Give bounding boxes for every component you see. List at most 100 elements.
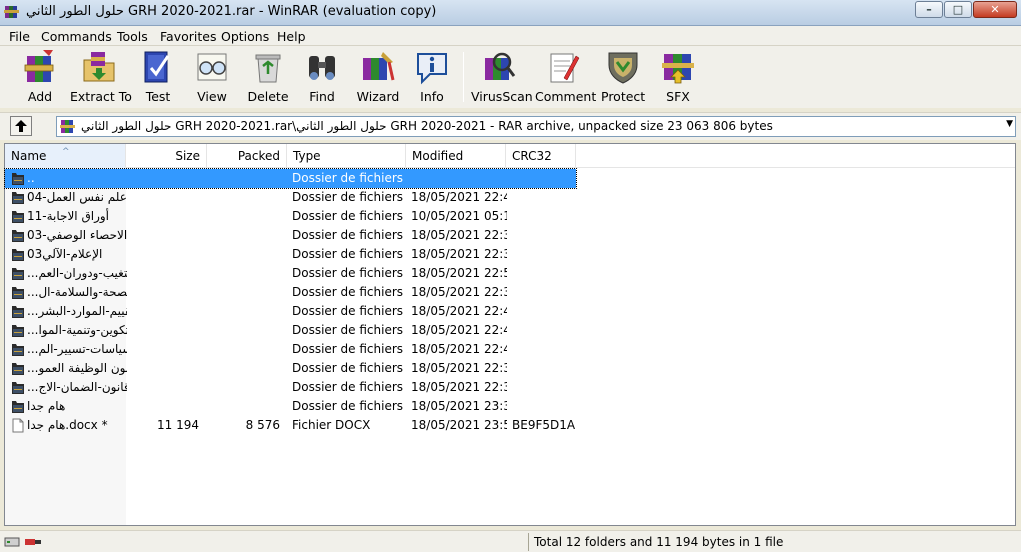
encryption-key-icon xyxy=(25,539,41,545)
cell-type: Dossier de fichiers xyxy=(292,361,404,375)
virusscan-button-label: VirusScan xyxy=(471,89,533,104)
menu-bar: File Commands Tools Favorites Options He… xyxy=(0,26,1021,46)
column-header-name[interactable]: Name ^ xyxy=(5,144,126,168)
table-row[interactable]: أوراق الاجابة-11 Dossier de fichiers 10/05… xyxy=(5,207,576,226)
archive-path-field[interactable]: حلول الطور الثاني GRH 2020-2021.rar\حلول… xyxy=(56,116,1016,137)
menu-options[interactable]: Options xyxy=(221,29,269,44)
column-header-modified[interactable]: Modified xyxy=(406,144,506,168)
cell-modified: 18/05/2021 22:35 xyxy=(411,361,507,375)
info-button[interactable]: Info xyxy=(410,48,454,106)
sort-ascending-icon: ^ xyxy=(62,147,70,157)
add-button-label: Add xyxy=(27,89,53,104)
sfx-icon xyxy=(662,54,694,84)
cell-name: ...تقييم-الموارد-البشر xyxy=(27,304,127,318)
archive-path-text: حلول الطور الثاني GRH 2020-2021.rar\حلول… xyxy=(81,119,773,133)
folder-icon xyxy=(12,268,24,280)
cell-crc: BE9F5D1A xyxy=(512,418,576,432)
view-button-label: View xyxy=(197,89,227,104)
cell-name: أوراق الاجابة-11 xyxy=(27,209,110,223)
table-row[interactable]: الاحصاء الوصفي-03 Dossier de fichiers 18/0… xyxy=(5,226,576,245)
minimize-icon: – xyxy=(926,3,932,16)
menu-favorites[interactable]: Favorites xyxy=(160,29,216,44)
wizard-button[interactable]: Wizard xyxy=(356,48,400,106)
menu-file[interactable]: File xyxy=(9,29,30,44)
column-header-type[interactable]: Type xyxy=(287,144,406,168)
folder-icon xyxy=(12,230,24,242)
virusscan-button[interactable]: VirusScan xyxy=(471,48,533,106)
test-check-icon xyxy=(144,51,170,83)
up-arrow-icon xyxy=(15,120,27,132)
menu-tools[interactable]: Tools xyxy=(117,29,148,44)
test-button-label: Test xyxy=(145,89,171,104)
table-row[interactable]: ...تكوين-وتنمية-الموا Dossier de fichiers… xyxy=(5,321,576,340)
cell-name: علم نفس العمل-04 xyxy=(27,190,127,204)
comment-button-label: Comment xyxy=(535,89,597,104)
extract-folder-icon xyxy=(83,52,115,82)
cell-modified: 18/05/2021 22:39 xyxy=(411,247,507,261)
folder-icon xyxy=(12,192,24,204)
table-row[interactable]: علم نفس العمل-04 Dossier de fichiers 18/05… xyxy=(5,188,576,207)
folder-icon xyxy=(12,287,24,299)
view-glasses-icon xyxy=(197,53,227,81)
cell-type: Fichier DOCX xyxy=(292,418,371,432)
delete-button-label: Delete xyxy=(247,89,289,104)
cell-modified: 18/05/2021 22:41 xyxy=(411,323,507,337)
cell-type: Dossier de fichiers xyxy=(292,190,404,204)
cell-name: هام جدا xyxy=(27,399,66,413)
add-books-icon xyxy=(24,50,54,82)
cell-type: Dossier de fichiers xyxy=(292,342,404,356)
cell-modified: 18/05/2021 23:33 xyxy=(411,399,507,413)
close-button[interactable]: ✕ xyxy=(973,1,1017,18)
status-bar: Total 12 folders and 11 194 bytes in 1 f… xyxy=(0,530,1021,552)
table-row[interactable]: ...قانون الوظيفة العمو Dossier de fichier… xyxy=(5,359,576,378)
chevron-down-icon[interactable]: ▼ xyxy=(1006,119,1013,129)
up-folder-icon xyxy=(12,173,24,185)
protect-button[interactable]: Protect xyxy=(601,48,645,106)
find-button[interactable]: Find xyxy=(300,48,344,106)
view-button[interactable]: View xyxy=(190,48,234,106)
cell-type: Dossier de fichiers xyxy=(292,247,404,261)
table-row[interactable]: هام جدا Dossier de fichiers 18/05/2021 23:… xyxy=(5,397,576,416)
add-button[interactable]: Add xyxy=(12,48,68,106)
cell-name: الاحصاء الوصفي-03 xyxy=(27,228,127,242)
drive-icon xyxy=(4,537,20,547)
table-row[interactable]: ...سياسات-تسيير-الم Dossier de fichiers 18… xyxy=(5,340,576,359)
table-row[interactable]: ...الصحة-والسلامة-ال Dossier de fichiers 1… xyxy=(5,283,576,302)
delete-button[interactable]: Delete xyxy=(246,48,290,106)
minimize-button[interactable]: – xyxy=(915,1,943,18)
table-row[interactable]: ...قانون-الضمان-الاج Dossier de fichiers 1… xyxy=(5,378,576,397)
parent-folder-row[interactable]: .. Dossier de fichiers xyxy=(4,168,577,189)
table-row[interactable]: الإعلام-الآلي03 Dossier de fichiers 18/05/… xyxy=(5,245,576,264)
maximize-button[interactable]: □ xyxy=(944,1,972,18)
wizard-button-label: Wizard xyxy=(356,89,400,104)
column-header-packed[interactable]: Packed xyxy=(207,144,287,168)
table-row[interactable]: ...التغيب-ودوران-العم Dossier de fichiers… xyxy=(5,264,576,283)
cell-name: هام جدا.docx * xyxy=(27,418,108,432)
cell-type: Dossier de fichiers xyxy=(292,323,404,337)
menu-help[interactable]: Help xyxy=(277,29,306,44)
status-summary: Total 12 folders and 11 194 bytes in 1 f… xyxy=(534,535,784,549)
table-row[interactable]: هام جدا.docx * 11 194 8 576 Fichier DOCX 18/… xyxy=(5,416,576,435)
sfx-button-label: SFX xyxy=(666,89,690,104)
up-folder-button[interactable] xyxy=(10,116,32,136)
cell-modified: 18/05/2021 22:39 xyxy=(411,285,507,299)
cell-packed: 8 576 xyxy=(245,418,280,432)
cell-type: Dossier de fichiers xyxy=(292,285,404,299)
cell-name: ...الصحة-والسلامة-ال xyxy=(27,285,127,299)
cell-name: ...سياسات-تسيير-الم xyxy=(27,342,127,356)
sfx-button[interactable]: SFX xyxy=(656,48,700,106)
column-header-name-label: Name xyxy=(11,149,47,163)
comment-button[interactable]: Comment xyxy=(535,48,597,106)
folder-icon xyxy=(12,211,24,223)
status-divider xyxy=(528,533,529,551)
test-button[interactable]: Test xyxy=(136,48,180,106)
protect-shield-icon xyxy=(608,52,638,84)
table-row[interactable]: ...تقييم-الموارد-البشر Dossier de fichier… xyxy=(5,302,576,321)
column-header-crc32[interactable]: CRC32 xyxy=(506,144,576,168)
column-header-size[interactable]: Size xyxy=(126,144,207,168)
extract-to-button[interactable]: Extract To xyxy=(70,48,132,106)
menu-commands[interactable]: Commands xyxy=(41,29,112,44)
find-binoculars-icon xyxy=(309,56,335,80)
cell-name: ...قانون-الضمان-الاج xyxy=(27,380,127,394)
archive-icon xyxy=(60,120,75,133)
